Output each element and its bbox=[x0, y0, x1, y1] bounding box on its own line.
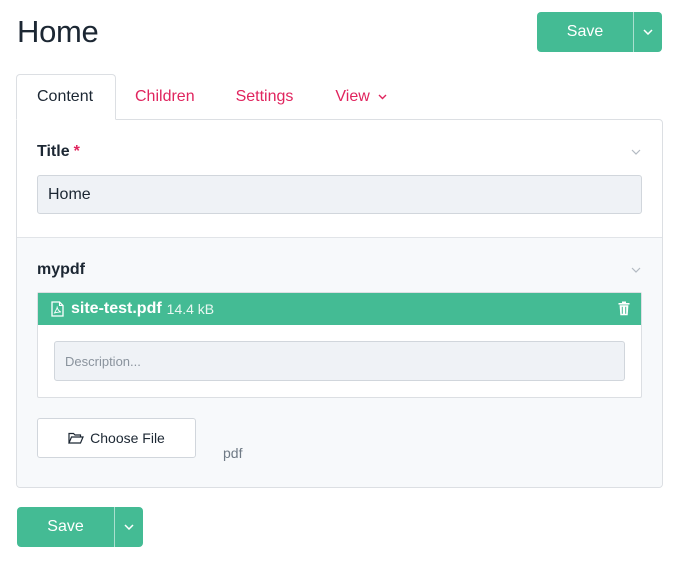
pdf-file-icon bbox=[51, 301, 64, 317]
mypdf-collapse-toggle[interactable] bbox=[629, 263, 643, 277]
chevron-down-icon bbox=[631, 267, 641, 273]
save-options-button[interactable] bbox=[114, 507, 143, 547]
title-collapse-toggle[interactable] bbox=[629, 145, 643, 159]
title-input[interactable]: Home bbox=[37, 175, 642, 214]
tab-children[interactable]: Children bbox=[135, 74, 195, 119]
file-card: site-test.pdf 14.4 kB Description... bbox=[37, 292, 642, 398]
file-size: 14.4 kB bbox=[166, 301, 215, 317]
description-input[interactable]: Description... bbox=[54, 341, 625, 381]
chevron-down-icon bbox=[643, 29, 653, 35]
mypdf-field-label: mypdf bbox=[37, 261, 85, 278]
save-button[interactable]: Save bbox=[537, 12, 633, 52]
save-button[interactable]: Save bbox=[17, 507, 114, 547]
folder-open-icon bbox=[68, 432, 85, 444]
title-field-label: Title * bbox=[37, 143, 80, 161]
trash-icon[interactable] bbox=[618, 301, 630, 316]
file-name[interactable]: site-test.pdf bbox=[71, 300, 162, 318]
chevron-down-icon bbox=[378, 94, 387, 100]
tab-bar: Content Children Settings View bbox=[16, 74, 663, 120]
title-label-text: Title bbox=[37, 143, 70, 160]
save-button-group-bottom: Save bbox=[17, 507, 143, 547]
tab-view[interactable]: View bbox=[335, 74, 387, 119]
choose-file-label: Choose File bbox=[90, 430, 165, 446]
required-marker: * bbox=[73, 143, 80, 160]
file-header: site-test.pdf 14.4 kB bbox=[38, 293, 641, 325]
save-button-group-top: Save bbox=[537, 12, 662, 52]
page-title: Home bbox=[17, 14, 99, 49]
tab-view-label: View bbox=[335, 87, 370, 105]
tab-content[interactable]: Content bbox=[16, 74, 116, 120]
save-options-button[interactable] bbox=[633, 12, 662, 52]
accepted-file-types: pdf bbox=[223, 445, 243, 461]
tab-settings[interactable]: Settings bbox=[236, 74, 294, 119]
choose-file-button[interactable]: Choose File bbox=[37, 418, 196, 458]
chevron-down-icon bbox=[631, 149, 641, 155]
chevron-down-icon bbox=[124, 524, 134, 530]
